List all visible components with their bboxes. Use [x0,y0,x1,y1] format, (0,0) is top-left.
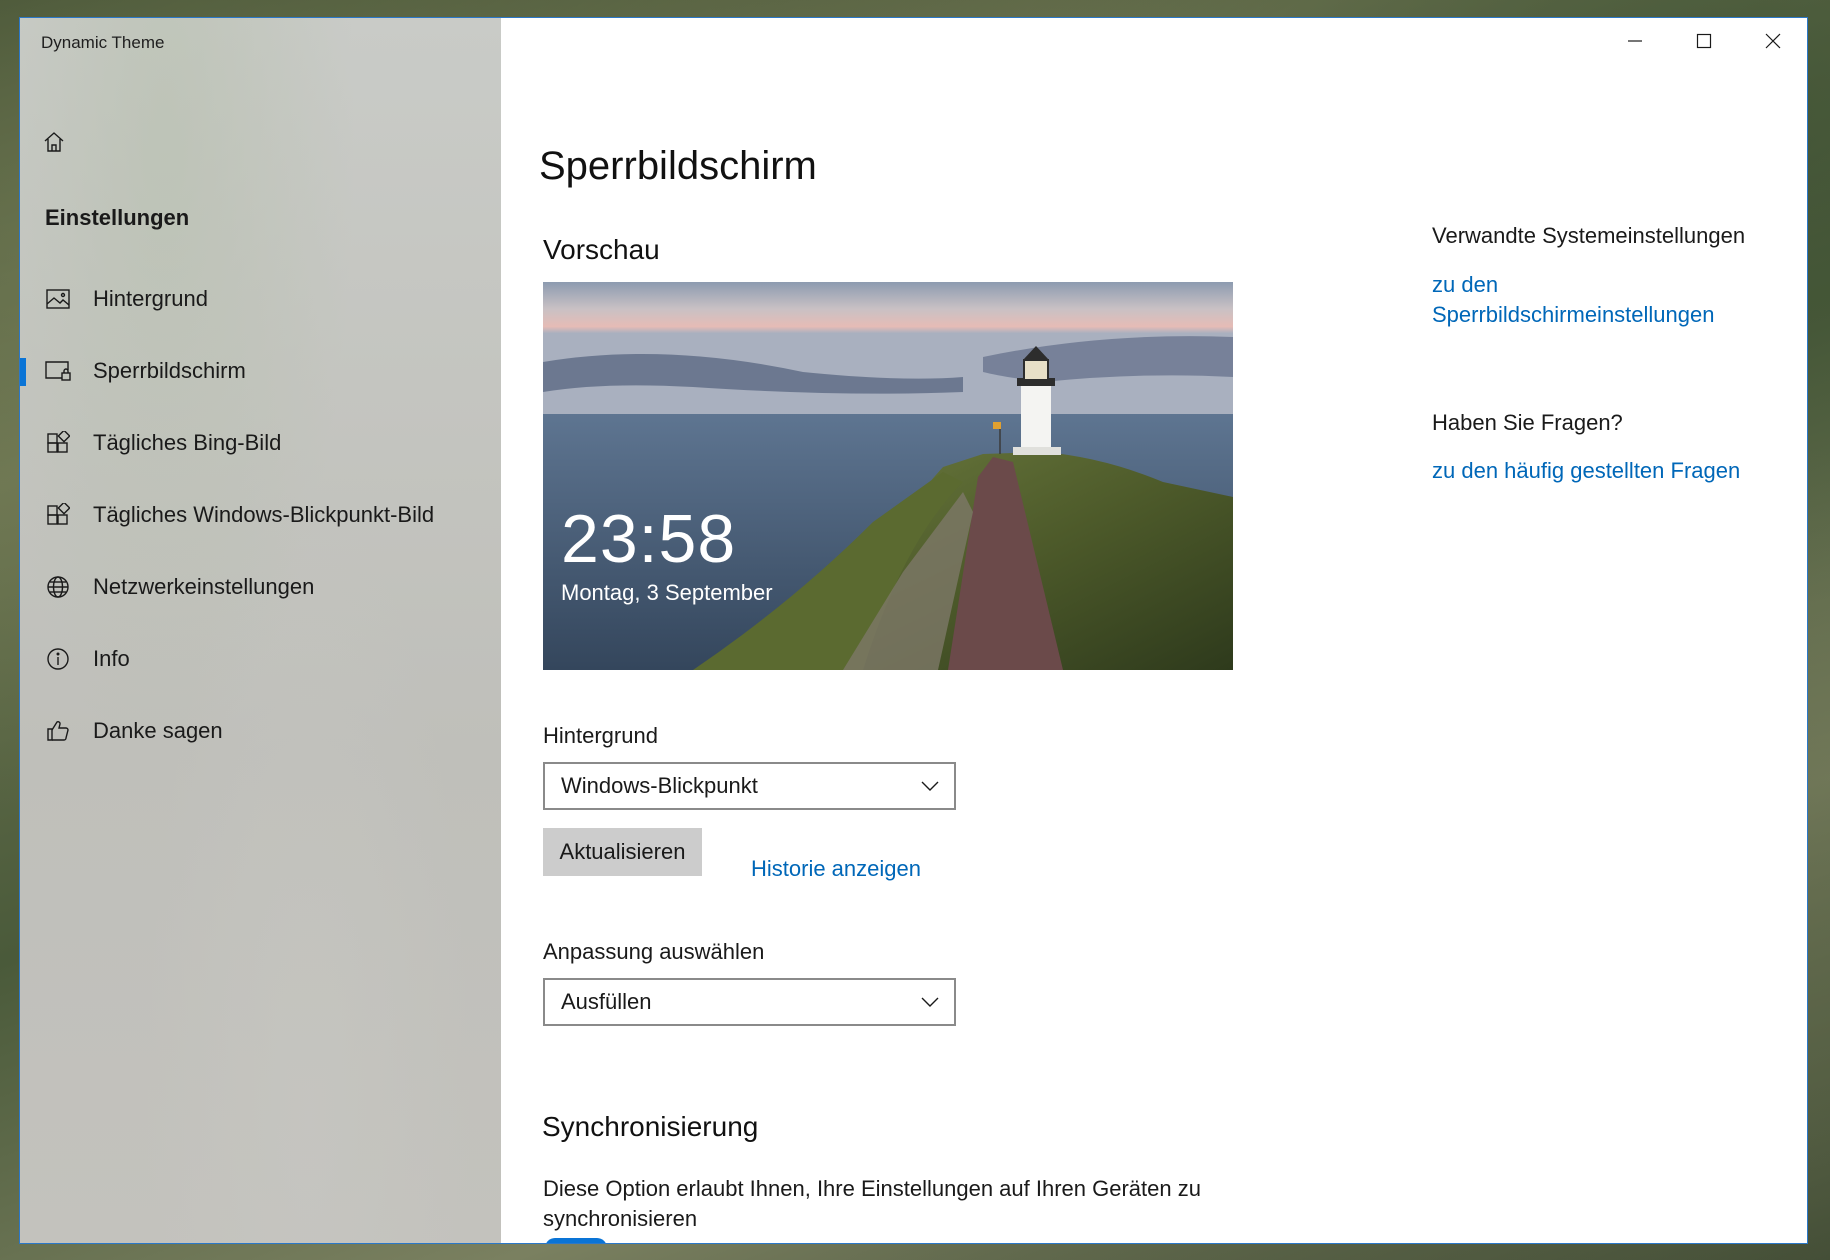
related-settings-title: Verwandte Systemeinstellungen [1432,223,1746,248]
sync-toggle[interactable] [545,1238,607,1243]
background-label: Hintergrund [543,723,658,748]
fit-dropdown[interactable]: Ausfüllen [543,978,956,1026]
info-icon [45,646,71,672]
faq-title: Haben Sie Fragen? [1432,410,1623,435]
refresh-button[interactable]: Aktualisieren [543,828,702,876]
preview-heading: Vorschau [543,234,660,265]
sidebar-item-label: Tägliches Bing-Bild [93,430,282,455]
sidebar-item-bing[interactable]: Tägliches Bing-Bild [20,407,501,479]
close-icon [1765,33,1780,48]
minimize-button[interactable] [1600,18,1669,63]
sidebar-item-label: Hintergrund [93,286,208,311]
fit-label: Anpassung auswählen [543,939,765,964]
nav-list: Hintergrund Sperrbildschirm Tägliches Bi… [20,263,501,767]
sync-heading: Synchronisierung [542,1111,759,1142]
sidebar-item-sperrbildschirm[interactable]: Sperrbildschirm [20,335,501,407]
fit-dropdown-value: Ausfüllen [561,989,652,1014]
sidebar-item-label: Tägliches Windows-Blickpunkt-Bild [93,502,435,527]
lock-screen-settings-link[interactable]: zu den Sperrbildschirmeinstellungen [1432,270,1762,330]
sidebar-item-label: Info [93,646,130,671]
globe-icon [45,574,71,600]
lock-screen-icon [45,358,71,384]
app-title: Dynamic Theme [41,33,165,52]
home-button[interactable] [40,128,68,156]
apps-icon [45,502,71,528]
preview-clock: 23:58 [561,501,737,577]
minimize-icon [1627,39,1642,42]
sidebar-item-netzwerk[interactable]: Netzwerkeinstellungen [20,551,501,623]
sidebar-item-blickpunkt[interactable]: Tägliches Windows-Blickpunkt-Bild [20,479,501,551]
sidebar-item-danke[interactable]: Danke sagen [20,695,501,767]
maximize-icon [1696,33,1711,48]
page-title: Sperrbildschirm [539,144,817,188]
image-icon [45,286,71,312]
sidebar: Dynamic Theme Einstellungen Hintergrund [20,18,501,1243]
sidebar-heading: Einstellungen [45,205,190,230]
sidebar-item-hintergrund[interactable]: Hintergrund [20,263,501,335]
lock-screen-preview: 23:58 Montag, 3 September [543,282,1233,670]
faq-link[interactable]: zu den häufig gestellten Fragen [1432,458,1740,484]
background-dropdown-value: Windows-Blickpunkt [561,773,758,798]
sync-description: Diese Option erlaubt Ihnen, Ihre Einstel… [543,1176,1201,1231]
close-button[interactable] [1738,18,1807,63]
app-window: Dynamic Theme Einstellungen Hintergrund [19,17,1808,1244]
sidebar-item-label: Netzwerkeinstellungen [93,574,315,599]
chevron-down-icon [921,781,939,791]
apps-icon [45,430,71,456]
background-dropdown[interactable]: Windows-Blickpunkt [543,762,956,810]
preview-date: Montag, 3 September [561,580,773,605]
thumbs-up-icon [45,718,71,744]
sidebar-item-info[interactable]: Info [20,623,501,695]
window-controls [1600,18,1807,63]
sidebar-item-label: Danke sagen [93,718,223,743]
history-link[interactable]: Historie anzeigen [751,856,921,882]
preview-image [543,282,1233,670]
main-content: Sperrbildschirm Vorschau 23:58 Montag, 3… [501,18,1807,1243]
home-icon [44,132,64,152]
chevron-down-icon [921,997,939,1007]
maximize-button[interactable] [1669,18,1738,63]
sidebar-item-label: Sperrbildschirm [93,358,246,383]
